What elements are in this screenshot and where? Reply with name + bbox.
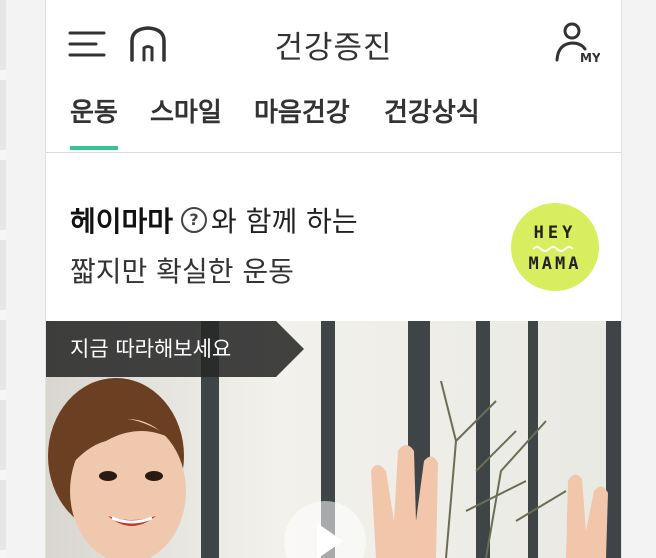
video-player[interactable]: 지금 따라해보세요 [46, 321, 621, 558]
my-page-button[interactable]: MY [552, 20, 601, 68]
promo-headline: 헤이마마 ? 와 함께 하는 [70, 200, 358, 240]
app-container: 건강증진 MY 운동 스마일 마음건강 건강상식 헤이마마 ? 와 함께 하는 … [45, 0, 622, 558]
promo-banner[interactable]: 헤이마마 ? 와 함께 하는 짧지만 확실한 운동 HEY MAMA [46, 152, 621, 320]
svg-text:HEY: HEY [534, 223, 577, 243]
tab-mental-health[interactable]: 마음건강 [254, 92, 350, 150]
page-title: 건강증진 [274, 30, 393, 66]
follow-along-tag: 지금 따라해보세요 [46, 321, 304, 377]
hey-mama-logo: HEY MAMA [511, 203, 599, 291]
promo-brand: 헤이마마 [70, 205, 174, 238]
tab-health-info[interactable]: 건강상식 [384, 92, 480, 150]
promo-headline-rest: 와 함께 하는 [211, 205, 358, 238]
user-icon: MY [555, 22, 601, 65]
background-strip [0, 0, 6, 558]
my-label: MY [580, 51, 600, 65]
promo-subline: 짧지만 확실한 운동 [70, 255, 294, 288]
tab-bar: 운동 스마일 마음건강 건강상식 [46, 84, 621, 153]
top-bar: 건강증진 MY [46, 0, 621, 84]
tab-smile[interactable]: 스마일 [150, 92, 222, 150]
tab-exercise[interactable]: 운동 [70, 92, 118, 150]
svg-text:MAMA: MAMA [529, 254, 582, 274]
help-icon[interactable]: ? [181, 207, 208, 233]
